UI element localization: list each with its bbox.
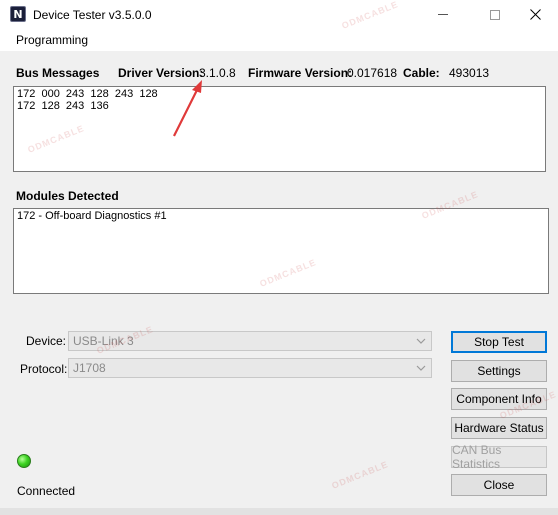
hardware-status-button[interactable]: Hardware Status bbox=[451, 417, 547, 439]
protocol-label: Protocol: bbox=[20, 362, 68, 376]
menu-programming[interactable]: Programming bbox=[16, 33, 88, 47]
cable-value: 493013 bbox=[449, 66, 490, 80]
chevron-down-icon bbox=[416, 338, 426, 344]
bus-message-line: 172 000 243 128 243 128 bbox=[17, 88, 158, 100]
modules-detected-label: Modules Detected bbox=[16, 189, 119, 203]
firmware-version-value: 0.017618 bbox=[347, 66, 398, 80]
window-bottom-edge bbox=[0, 508, 558, 515]
cable-label: Cable: bbox=[403, 66, 440, 80]
maximize-icon bbox=[490, 9, 500, 20]
app-icon: N bbox=[10, 6, 26, 22]
connection-status-text: Connected bbox=[17, 484, 76, 498]
minimize-icon bbox=[438, 14, 448, 15]
firmware-version-label: Firmware Version: bbox=[248, 66, 353, 80]
window-title: Device Tester v3.5.0.0 bbox=[33, 8, 152, 22]
device-label: Device: bbox=[26, 334, 67, 348]
can-bus-statistics-button[interactable]: CAN Bus Statistics bbox=[451, 443, 547, 471]
chevron-down-icon bbox=[416, 365, 426, 371]
annotation-arrow bbox=[173, 80, 202, 137]
bus-messages-label: Bus Messages bbox=[16, 66, 100, 80]
close-window-button[interactable] bbox=[512, 0, 558, 29]
menu-bar: Programming bbox=[0, 29, 558, 51]
watermark: ODMCABLE bbox=[330, 459, 390, 491]
close-icon bbox=[529, 9, 541, 20]
bus-message-line: 172 128 243 136 bbox=[17, 100, 109, 112]
protocol-select-value: J1708 bbox=[73, 361, 106, 375]
connection-status-led bbox=[17, 454, 31, 468]
settings-button[interactable]: Settings bbox=[451, 360, 547, 382]
bus-messages-box[interactable]: 172 000 243 128 243 128 172 128 243 136 bbox=[13, 86, 546, 172]
stop-test-button[interactable]: Stop Test bbox=[451, 331, 547, 353]
protocol-select[interactable]: J1708 bbox=[68, 358, 432, 378]
minimize-button[interactable] bbox=[420, 0, 466, 29]
close-button[interactable]: Close bbox=[451, 474, 547, 496]
list-item[interactable]: 172 - Off-board Diagnostics #1 bbox=[17, 210, 545, 222]
title-bar: N Device Tester v3.5.0.0 bbox=[0, 0, 558, 29]
